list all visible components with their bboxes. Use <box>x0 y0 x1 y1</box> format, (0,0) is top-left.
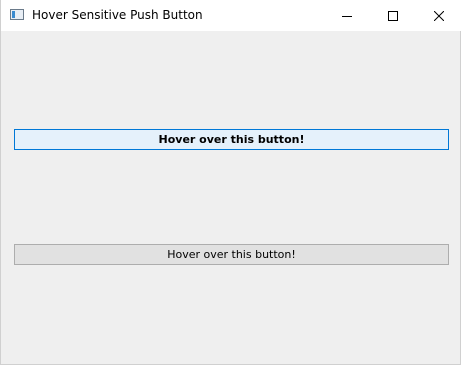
hover-push-button-normal[interactable]: Hover over this button! <box>14 244 449 265</box>
minimize-icon <box>342 15 352 17</box>
close-button[interactable] <box>416 0 461 31</box>
app-icon <box>10 9 24 20</box>
main-window: Hover Sensitive Push Button Hover over t… <box>0 0 461 365</box>
window-title: Hover Sensitive Push Button <box>32 8 203 22</box>
button-label: Hover over this button! <box>167 248 296 261</box>
button-label: Hover over this button! <box>158 133 305 146</box>
hover-push-button-hovered[interactable]: Hover over this button! <box>14 129 449 150</box>
maximize-button[interactable] <box>370 0 416 31</box>
title-bar[interactable]: Hover Sensitive Push Button <box>1 0 461 31</box>
close-icon <box>434 10 444 21</box>
minimize-button[interactable] <box>324 0 370 31</box>
maximize-icon <box>388 10 398 21</box>
